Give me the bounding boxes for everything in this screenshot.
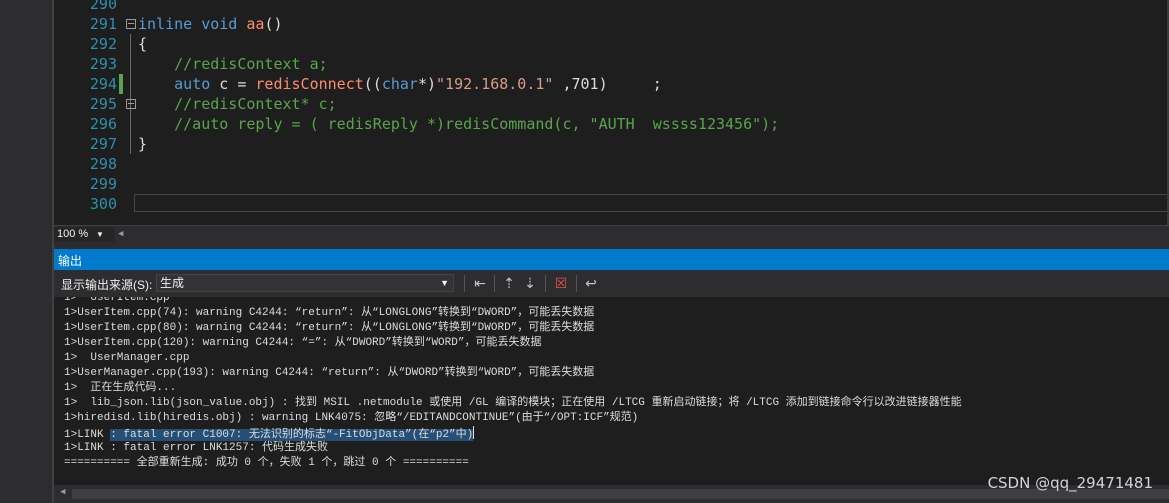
chevron-down-icon: ▼: [440, 278, 449, 288]
code-text: //auto reply = ( redisReply *)redisComma…: [138, 114, 779, 134]
output-source-value: 生成: [160, 276, 185, 290]
watermark: CSDN @qq_29471481: [987, 474, 1153, 492]
find-message-in-code-icon[interactable]: ⇤: [471, 275, 489, 293]
code-line: 295 //redisContext* c;: [54, 94, 1169, 114]
output-title-label: 输出: [58, 254, 83, 268]
output-line: 1> 正在生成代码...: [64, 382, 177, 394]
collapse-icon[interactable]: [126, 19, 136, 29]
code-line: 297}: [54, 134, 1169, 154]
code-line: 300: [54, 194, 1169, 214]
output-line: 1> UserItem.cpp: [64, 297, 170, 304]
zoom-value: 100 %: [57, 228, 89, 240]
code-token: (): [264, 15, 283, 33]
code-token: *): [417, 75, 437, 93]
code-text: //redisContext* c;: [138, 94, 337, 114]
toolbar-separator: [576, 275, 577, 292]
code-line: 299: [54, 174, 1169, 194]
output-line: 1>UserItem.cpp(80): warning C4244: “retu…: [64, 322, 595, 334]
text-caret: [473, 426, 475, 439]
line-number: 295: [89, 95, 117, 113]
line-number: 300: [89, 195, 117, 213]
line-number: 293: [89, 55, 117, 73]
toggle-word-wrap-icon[interactable]: ↩: [582, 275, 600, 293]
output-panel-title: 输出: [54, 249, 1169, 270]
toolbar-separator: [464, 275, 465, 292]
selected-text: : fatal error C1007: 无法识别的标志“-FitObjData…: [110, 429, 474, 441]
scroll-left-icon[interactable]: ◀: [60, 487, 65, 497]
previous-message-icon[interactable]: ⇡: [500, 275, 518, 293]
output-source-select[interactable]: 生成 ▼: [156, 274, 454, 292]
next-message-icon[interactable]: ⇣: [521, 275, 539, 293]
chevron-down-icon: ▼: [96, 230, 104, 239]
output-line: 1>UserItem.cpp(120): warning C4244: “=”:…: [64, 337, 542, 349]
line-number: 291: [89, 15, 117, 33]
output-line: 1> UserManager.cpp: [64, 352, 190, 364]
left-dock-strip: [0, 0, 52, 503]
code-token: ((: [363, 75, 382, 93]
code-token: char: [381, 75, 418, 93]
code-line: 298: [54, 154, 1169, 174]
code-token: "192.168.0.1": [436, 75, 554, 93]
code-token: auto: [174, 75, 211, 93]
toolbar-separator: [545, 275, 546, 292]
code-text: auto c = redisConnect((char*)"192.168.0.…: [138, 74, 662, 94]
zoom-select[interactable]: 100 % ▼: [54, 227, 114, 242]
code-line: 292 {: [54, 34, 1169, 54]
code-text: {: [138, 34, 147, 54]
code-token: //auto reply = ( redisReply *)redisComma…: [174, 115, 780, 133]
code-token: c =: [210, 75, 256, 93]
code-line: 291 inline void aa(): [54, 14, 1169, 34]
output-line: 1> lib_json.lib(json_value.obj) : 找到 MSI…: [64, 397, 962, 409]
line-number: 298: [89, 155, 117, 173]
output-source-label: 显示输出来源(S):: [61, 278, 153, 292]
toolbar-separator: [494, 275, 495, 292]
code-line: 293 //redisContext a;: [54, 54, 1169, 74]
output-line: 1>LINK : fatal error C1007: 无法识别的标志“-Fit…: [64, 426, 475, 441]
code-token: redisConnect: [255, 75, 364, 93]
line-number: 294: [89, 75, 117, 93]
line-number: 292: [89, 35, 117, 53]
code-token: ,701) ;: [553, 75, 662, 93]
code-token: }: [138, 135, 148, 153]
code-line: 290: [54, 0, 1169, 14]
line-number: 299: [89, 175, 117, 193]
code-text: inline void aa(): [138, 14, 283, 34]
output-toolbar: 显示输出来源(S): 生成 ▼ ⇤ ⇡ ⇣ ☒ ↩: [54, 270, 1169, 297]
editor-zoom-bar: 100 % ▼ ◀: [54, 225, 1169, 244]
collapse-icon[interactable]: [126, 99, 136, 109]
code-editor[interactable]: 290 291 inline void aa() 292 {293 //redisCon…: [54, 0, 1169, 225]
output-line: 1>LINK : fatal error LNK1257: 代码生成失败: [64, 442, 329, 454]
clear-all-icon[interactable]: ☒: [552, 275, 570, 293]
output-text-area[interactable]: 1> UserItem.cpp 1>UserItem.cpp(74): warni…: [54, 297, 1169, 485]
scroll-left-icon[interactable]: ◀: [118, 227, 123, 242]
output-line: 1>UserManager.cpp(193): warning C4244: “…: [64, 367, 595, 379]
output-line: 1>hiredisd.lib(hiredis.obj) : warning LN…: [64, 412, 639, 424]
line-number: 290: [89, 0, 117, 13]
code-line: 294 auto c = redisConnect((char*)"192.16…: [54, 74, 1169, 94]
code-text: }: [138, 134, 147, 154]
code-token: //redisContext a;: [174, 55, 328, 73]
code-token: aa: [246, 15, 265, 33]
line-number: 297: [89, 135, 117, 153]
output-line: 1>UserItem.cpp(74): warning C4244: “retu…: [64, 307, 595, 319]
output-line: ========== 全部重新生成: 成功 0 个，失败 1 个，跳过 0 个 …: [64, 457, 469, 469]
code-token: //redisContext* c;: [174, 95, 337, 113]
code-text: //redisContext a;: [138, 54, 328, 74]
code-token: inline void: [138, 15, 247, 33]
output-line-prefix: 1>LINK: [64, 429, 111, 441]
code-line: 296 //auto reply = ( redisReply *)redisC…: [54, 114, 1169, 134]
code-token: {: [138, 35, 148, 53]
line-number: 296: [89, 115, 117, 133]
